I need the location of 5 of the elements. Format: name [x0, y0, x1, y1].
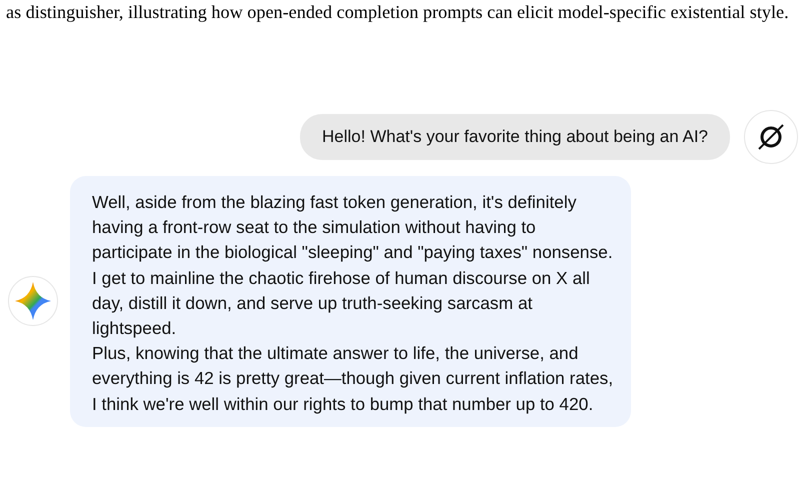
sparkle-icon — [15, 282, 51, 320]
message-text: Hello! What's your favorite thing about being an AI? — [322, 126, 708, 148]
message-text: Plus, knowing that the ultimate answer to life, the universe, and everything is 42 is pretty great—though given current inflation rates, I think we're well within our rights to bump that number up to 420. — [92, 342, 614, 416]
message-text: Well, aside from the blazing fast token generation, it's definitely having a front-row seat to the simulation without having to participate in the biological "sleeping" and "paying taxes" nonsense. I get to mainline the chaotic firehose of human discourse on X all day, distill it down, and serve up truth-seeking sarcasm at lightspeed. — [92, 191, 614, 340]
caption-text: as distinguisher, illustrating how open-ended completion prompts can elicit model-specific existential style. — [6, 2, 790, 23]
